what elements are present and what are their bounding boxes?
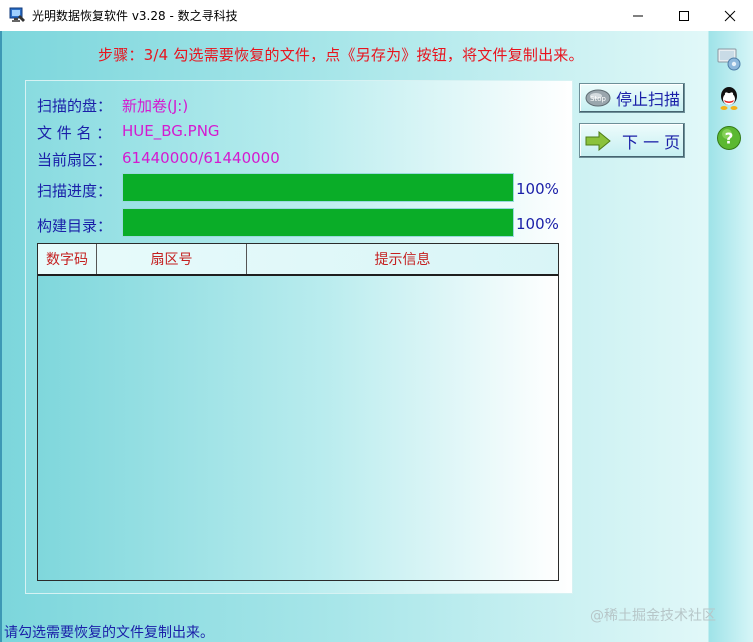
file-name-label: 文 件 名 ： xyxy=(37,124,112,142)
help-icon[interactable]: ? xyxy=(716,125,742,151)
sector-value: 61440000/61440000 xyxy=(122,149,280,167)
svg-text:Stop: Stop xyxy=(590,95,606,103)
stop-scan-button[interactable]: Stop 停止扫描 xyxy=(579,83,685,113)
next-page-button[interactable]: 下 一 页 xyxy=(579,123,685,158)
settings-icon[interactable] xyxy=(716,46,742,72)
close-icon xyxy=(724,10,736,21)
window-title: 光明数据恢复软件 v3.28 - 数之寻科技 xyxy=(32,9,238,23)
stop-scan-label: 停止扫描 xyxy=(616,90,681,109)
disk-value: 新加卷(J:) xyxy=(122,97,189,115)
file-list-header: 数字码 扇区号 提示信息 xyxy=(38,244,558,276)
file-name-value: HUE_BG.PNG xyxy=(122,122,220,140)
right-toolbar xyxy=(708,31,753,642)
watermark: @稀土掘金技术社区 xyxy=(590,608,716,624)
scan-progress-percent: 100% xyxy=(516,180,559,198)
scan-progress-fill xyxy=(123,174,513,201)
build-progress-bar xyxy=(122,208,514,237)
left-border xyxy=(0,31,2,642)
title-bar: 光明数据恢复软件 v3.28 - 数之寻科技 xyxy=(0,0,753,32)
qq-icon[interactable] xyxy=(716,85,742,111)
column-header-info[interactable]: 提示信息 xyxy=(247,244,558,274)
close-button[interactable] xyxy=(707,0,753,31)
next-page-label: 下 一 页 xyxy=(622,132,681,152)
app-icon xyxy=(9,7,25,22)
column-header-sector[interactable]: 扇区号 xyxy=(97,244,247,274)
minimize-icon xyxy=(633,15,643,16)
maximize-button[interactable] xyxy=(661,0,707,31)
build-progress-fill xyxy=(123,209,513,236)
build-progress-percent: 100% xyxy=(516,215,559,233)
sector-label: 当前扇区： xyxy=(37,151,113,169)
scan-progress-bar xyxy=(122,173,514,202)
stop-icon: Stop xyxy=(584,88,612,108)
disk-label: 扫描的盘： xyxy=(37,97,113,115)
minimize-button[interactable] xyxy=(615,0,661,31)
build-directory-label: 构建目录： xyxy=(37,217,113,235)
step-instruction: 步骤：3/4 勾选需要恢复的文件，点《另存为》按钮，将文件复制出来。 xyxy=(98,46,584,64)
column-header-code[interactable]: 数字码 xyxy=(38,244,97,274)
scan-progress-label: 扫描进度： xyxy=(37,182,113,200)
maximize-icon xyxy=(679,10,689,21)
svg-text:?: ? xyxy=(725,130,734,148)
status-message: 请勾选需要恢复的文件复制出来。 xyxy=(4,625,214,641)
file-list[interactable]: 数字码 扇区号 提示信息 xyxy=(37,243,559,581)
arrow-right-icon xyxy=(584,130,612,151)
